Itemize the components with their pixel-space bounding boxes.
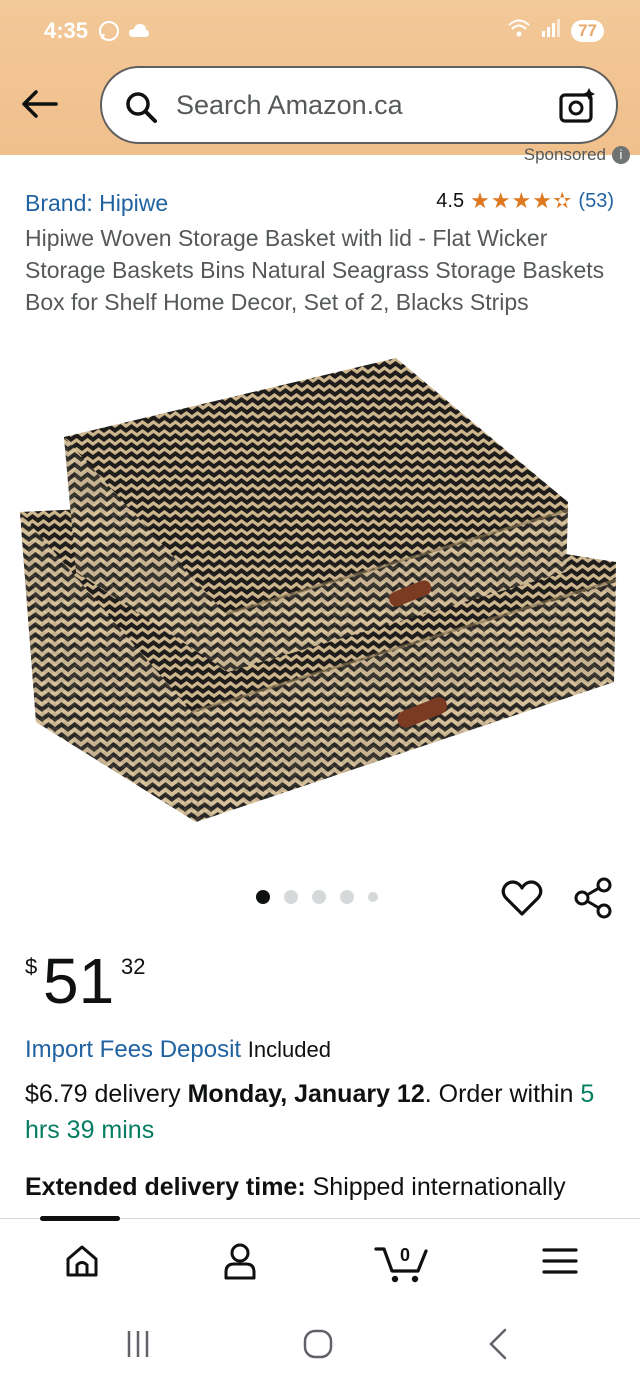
carousel-dot[interactable] <box>340 890 354 904</box>
import-fees-link[interactable]: Import Fees Deposit <box>25 1036 241 1063</box>
camera-search-icon[interactable] <box>558 86 598 131</box>
import-fees-status: Included <box>247 1037 331 1062</box>
search-input[interactable]: Search Amazon.ca <box>176 90 403 121</box>
cart-count: 0 <box>400 1245 410 1265</box>
product-image[interactable] <box>16 352 624 832</box>
price-fraction: 32 <box>121 954 146 979</box>
share-icon <box>574 877 612 919</box>
image-carousel-dots[interactable] <box>256 890 378 904</box>
recents-icon <box>127 1331 149 1357</box>
heart-icon <box>501 880 543 916</box>
wishlist-button[interactable] <box>500 878 544 918</box>
extended-delivery: Extended delivery time: Shipped internat… <box>25 1170 566 1216</box>
rating-summary[interactable]: 4.5 ★★★★✫ (53) <box>436 188 614 214</box>
system-back-button[interactable] <box>474 1322 522 1366</box>
carousel-dot[interactable] <box>256 890 270 904</box>
chevron-left-icon <box>489 1328 507 1360</box>
price-currency: $ <box>25 954 38 979</box>
wifi-icon <box>507 18 531 43</box>
tab-menu[interactable] <box>532 1236 588 1286</box>
import-fees: Import Fees Deposit Included <box>25 1036 331 1064</box>
back-button[interactable] <box>18 84 62 124</box>
status-bar: 4:35 77 <box>0 0 640 62</box>
cart-icon: 0 <box>374 1245 428 1283</box>
battery-indicator: 77 <box>571 19 604 42</box>
tab-account[interactable] <box>212 1236 268 1286</box>
extended-delivery-label: Extended delivery time: <box>25 1173 306 1201</box>
delivery-cost: $6.79 delivery <box>25 1080 181 1108</box>
search-bar[interactable]: Search Amazon.ca <box>100 66 618 144</box>
tab-home[interactable] <box>54 1236 110 1286</box>
status-time: 4:35 <box>44 18 89 43</box>
price-whole: 51 <box>43 945 115 1017</box>
user-icon <box>224 1243 256 1280</box>
extended-delivery-text: Shipped internationally <box>312 1173 566 1201</box>
carousel-dot[interactable] <box>284 890 298 904</box>
cloud-icon <box>128 23 150 44</box>
tab-cart[interactable]: 0 <box>372 1236 432 1286</box>
delivery-info: $6.79 delivery Monday, January 12. Order… <box>25 1076 615 1148</box>
sponsored-label[interactable]: Sponsored i <box>524 146 630 164</box>
signal-icon <box>541 19 561 42</box>
delivery-order-within: . Order within <box>424 1080 574 1108</box>
rating-value: 4.5 <box>436 189 465 212</box>
star-rating-icon: ★★★★✫ <box>470 188 573 213</box>
circle-home-icon <box>303 1329 333 1359</box>
share-button[interactable] <box>572 876 616 920</box>
info-icon[interactable]: i <box>612 146 630 164</box>
recent-apps-button[interactable] <box>114 1322 162 1366</box>
active-tab-indicator <box>40 1216 120 1221</box>
brand-link[interactable]: Brand: Hipiwe <box>25 190 168 217</box>
search-icon[interactable] <box>124 90 158 129</box>
whatsapp-icon <box>98 20 120 47</box>
carousel-dot[interactable] <box>312 890 326 904</box>
product-title: Hipiwe Woven Storage Basket with lid - F… <box>25 225 605 315</box>
home-button[interactable] <box>294 1322 342 1366</box>
delivery-date: Monday, January 12 <box>187 1080 425 1108</box>
carousel-dot[interactable] <box>368 892 378 902</box>
menu-icon <box>542 1248 578 1274</box>
arrow-left-icon <box>22 90 58 118</box>
home-icon <box>66 1245 98 1277</box>
review-count-link[interactable]: (53) <box>578 190 614 213</box>
